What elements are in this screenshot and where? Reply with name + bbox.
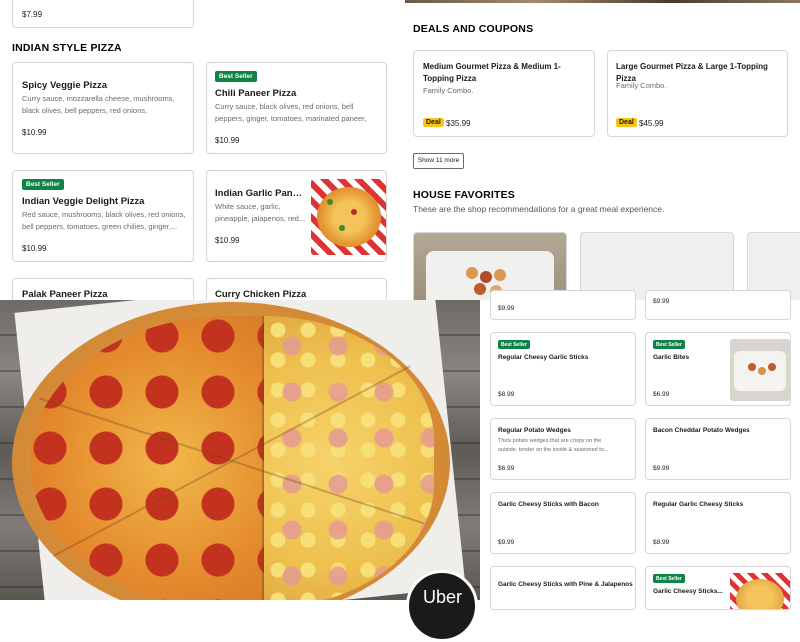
panel-item-regular-potato-wedges[interactable]: Regular Potato Wedges Thick potato wedge… <box>490 418 636 480</box>
menu-item-indian-veggie-delight[interactable]: Best Seller Indian Veggie Delight Pizza … <box>12 170 194 262</box>
uber-logo: Uber <box>406 570 478 642</box>
item-name: Garlic Bites <box>653 354 690 361</box>
item-price: $10.99 <box>22 128 47 137</box>
panel-item-card[interactable]: $9.99 <box>490 290 636 320</box>
deal-tag: Deal <box>423 118 444 127</box>
panel-item-regular-cheesy-garlic-sticks[interactable]: Best Seller Regular Cheesy Garlic Sticks… <box>490 332 636 406</box>
item-name: Indian Garlic Paneer... <box>215 188 305 199</box>
deal-tag: Deal <box>616 118 637 127</box>
panel-item-garlic-bites[interactable]: Best Seller Garlic Bites $6.99 <box>645 332 791 406</box>
item-price: $9.99 <box>498 539 515 546</box>
item-price: $9.99 <box>498 305 515 312</box>
item-price: $6.99 <box>498 465 515 472</box>
item-name: Bacon Cheddar Potato Wedges <box>653 427 750 434</box>
item-name: Garlic Cheesy Sticks with Bacon <box>498 501 599 508</box>
section-title-favorites: HOUSE FAVORITES <box>413 189 515 201</box>
item-price: $6.99 <box>653 391 670 398</box>
deal-card-large[interactable]: Large Gourmet Pizza & Large 1-Topping Pi… <box>607 50 788 137</box>
menu-item-chili-paneer[interactable]: Best Seller Chili Paneer Pizza Curry sau… <box>206 62 387 154</box>
item-name: Indian Veggie Delight Pizza <box>22 196 145 207</box>
item-description: White sauce, garlic, pineapple, jalapeno… <box>215 202 306 223</box>
deal-price: $35.99 <box>446 119 471 128</box>
item-name: Spicy Veggie Pizza <box>22 80 108 91</box>
top-image-strip <box>405 0 800 3</box>
item-price: $7.99 <box>22 10 43 19</box>
panel-item-regular-garlic-cheesy-sticks[interactable]: Regular Garlic Cheesy Sticks $8.99 <box>645 492 791 554</box>
pizza-hero-image <box>0 300 480 600</box>
menu-item-spicy-veggie[interactable]: Spicy Veggie Pizza Curry sauce, mozzarel… <box>12 62 194 154</box>
panel-item-garlic-cheesy-sticks-pine-jalapenos[interactable]: Garlic Cheesy Sticks with Pine & Jalapen… <box>490 566 636 610</box>
section-title-deals: DEALS AND COUPONS <box>413 23 534 35</box>
item-name: Regular Cheesy Garlic Sticks <box>498 354 589 361</box>
item-price: $10.99 <box>22 244 47 253</box>
deal-price: $45.99 <box>639 119 664 128</box>
item-name: Garlic Cheesy Sticks... <box>653 588 723 595</box>
favorites-subtitle: These are the shop recommendations for a… <box>413 204 665 214</box>
item-price: $9.99 <box>653 298 670 305</box>
best-seller-badge: Best Seller <box>22 179 64 190</box>
item-name: Curry Chicken Pizza <box>215 289 307 300</box>
panel-item-garlic-cheesy-sticks-bacon[interactable]: Garlic Cheesy Sticks with Bacon $9.99 <box>490 492 636 554</box>
item-description: Thick potato wedges that are crispy on t… <box>498 438 609 453</box>
menu-item-indian-garlic-paneer[interactable]: Indian Garlic Paneer... White sauce, gar… <box>206 170 387 262</box>
item-price: $10.99 <box>215 236 240 245</box>
show-more-button[interactable]: Show 11 more <box>413 153 464 169</box>
item-price: $8.99 <box>498 391 515 398</box>
panel-item-bacon-cheddar-potato-wedges[interactable]: Bacon Cheddar Potato Wedges $9.99 <box>645 418 791 480</box>
item-name: Chili Paneer Pizza <box>215 88 297 99</box>
panel-item-garlic-cheesy-sticks[interactable]: Best Seller Garlic Cheesy Sticks... <box>645 566 791 610</box>
item-name: Garlic Cheesy Sticks with Pine & Jalapen… <box>498 581 633 588</box>
best-seller-badge: Best Seller <box>498 340 530 349</box>
best-seller-badge: Best Seller <box>653 574 685 583</box>
deal-name: Medium Gourmet Pizza & Medium 1-Topping … <box>423 62 561 83</box>
item-price: $8.99 <box>653 539 670 546</box>
section-title-indian: INDIAN STYLE PIZZA <box>12 42 122 54</box>
item-description: Red sauce, mushrooms, black olives, red … <box>22 210 186 231</box>
item-name: Palak Paneer Pizza <box>22 289 108 300</box>
item-price: $10.99 <box>215 136 240 145</box>
item-name: Regular Garlic Cheesy Sticks <box>653 501 744 508</box>
best-seller-badge: Best Seller <box>653 340 685 349</box>
uber-logo-text: Uber <box>423 587 463 607</box>
garlic-bites-thumbnail <box>730 339 790 401</box>
menu-item-card[interactable]: $7.99 <box>12 0 194 28</box>
item-description: Curry sauce, black olives, red onions, b… <box>215 102 367 123</box>
best-seller-badge: Best Seller <box>215 71 257 82</box>
pizza-thumbnail <box>730 573 790 609</box>
deal-card-medium[interactable]: Medium Gourmet Pizza & Medium 1-Topping … <box>413 50 595 137</box>
panel-item-card[interactable]: $9.99 <box>645 290 791 320</box>
item-description: Curry sauce, mozzarella cheese, mushroom… <box>22 94 175 115</box>
deal-subtitle: Family Combo. <box>616 81 667 90</box>
item-price: $9.99 <box>653 465 670 472</box>
pizza-thumbnail <box>311 179 386 255</box>
deal-subtitle: Family Combo. <box>423 86 474 95</box>
item-name: Regular Potato Wedges <box>498 427 571 434</box>
